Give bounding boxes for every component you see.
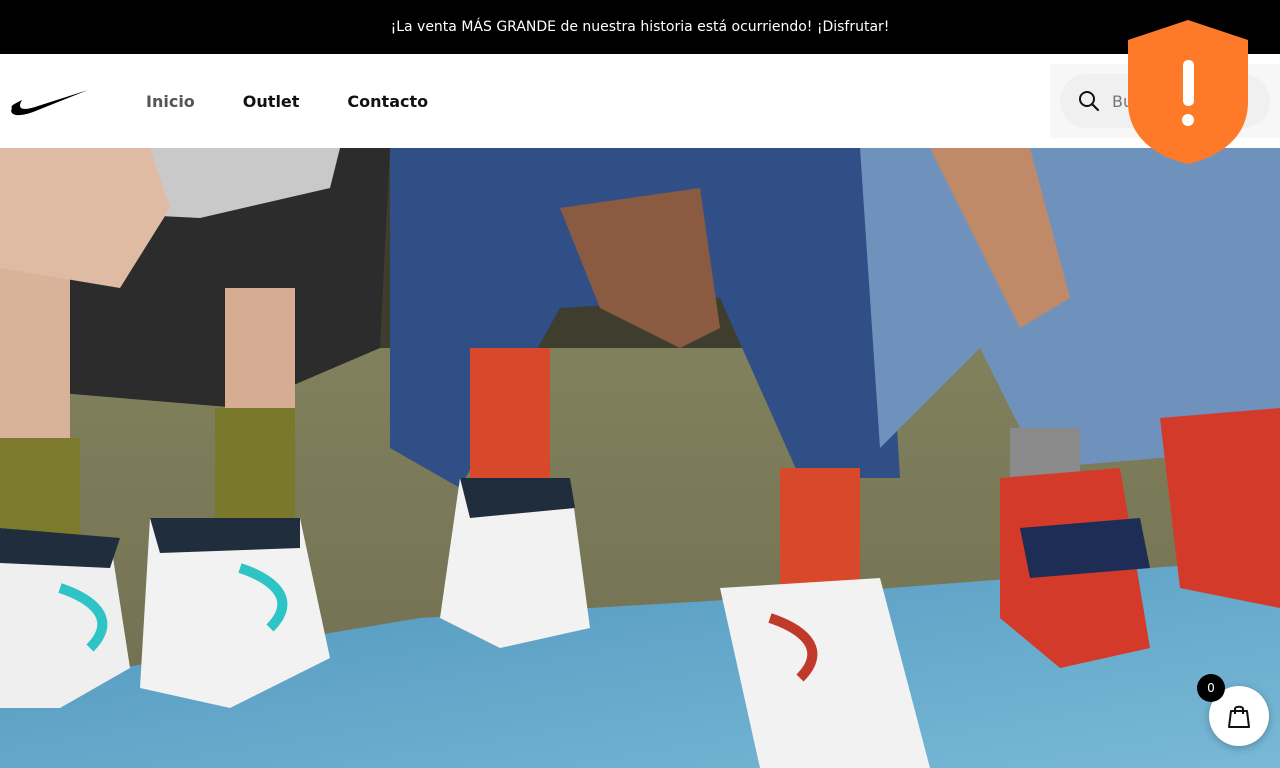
- site-header: Inicio Outlet Contacto: [0, 54, 1280, 148]
- swoosh-logo-icon[interactable]: [10, 86, 90, 116]
- announcement-bar: ¡La venta MÁS GRANDE de nuestra historia…: [0, 0, 1280, 54]
- nav-item-contacto[interactable]: Contacto: [347, 92, 428, 111]
- shopping-bag-icon: [1225, 702, 1253, 730]
- shield-warning-icon[interactable]: [1124, 18, 1252, 166]
- cart-count-badge: 0: [1197, 674, 1225, 702]
- nav-item-outlet[interactable]: Outlet: [243, 92, 300, 111]
- main-nav: Inicio Outlet Contacto: [146, 54, 476, 148]
- hero-image: [0, 148, 1280, 768]
- announcement-text: ¡La venta MÁS GRANDE de nuestra historia…: [390, 19, 890, 35]
- nav-item-inicio[interactable]: Inicio: [146, 92, 195, 111]
- search-icon[interactable]: [1078, 90, 1100, 112]
